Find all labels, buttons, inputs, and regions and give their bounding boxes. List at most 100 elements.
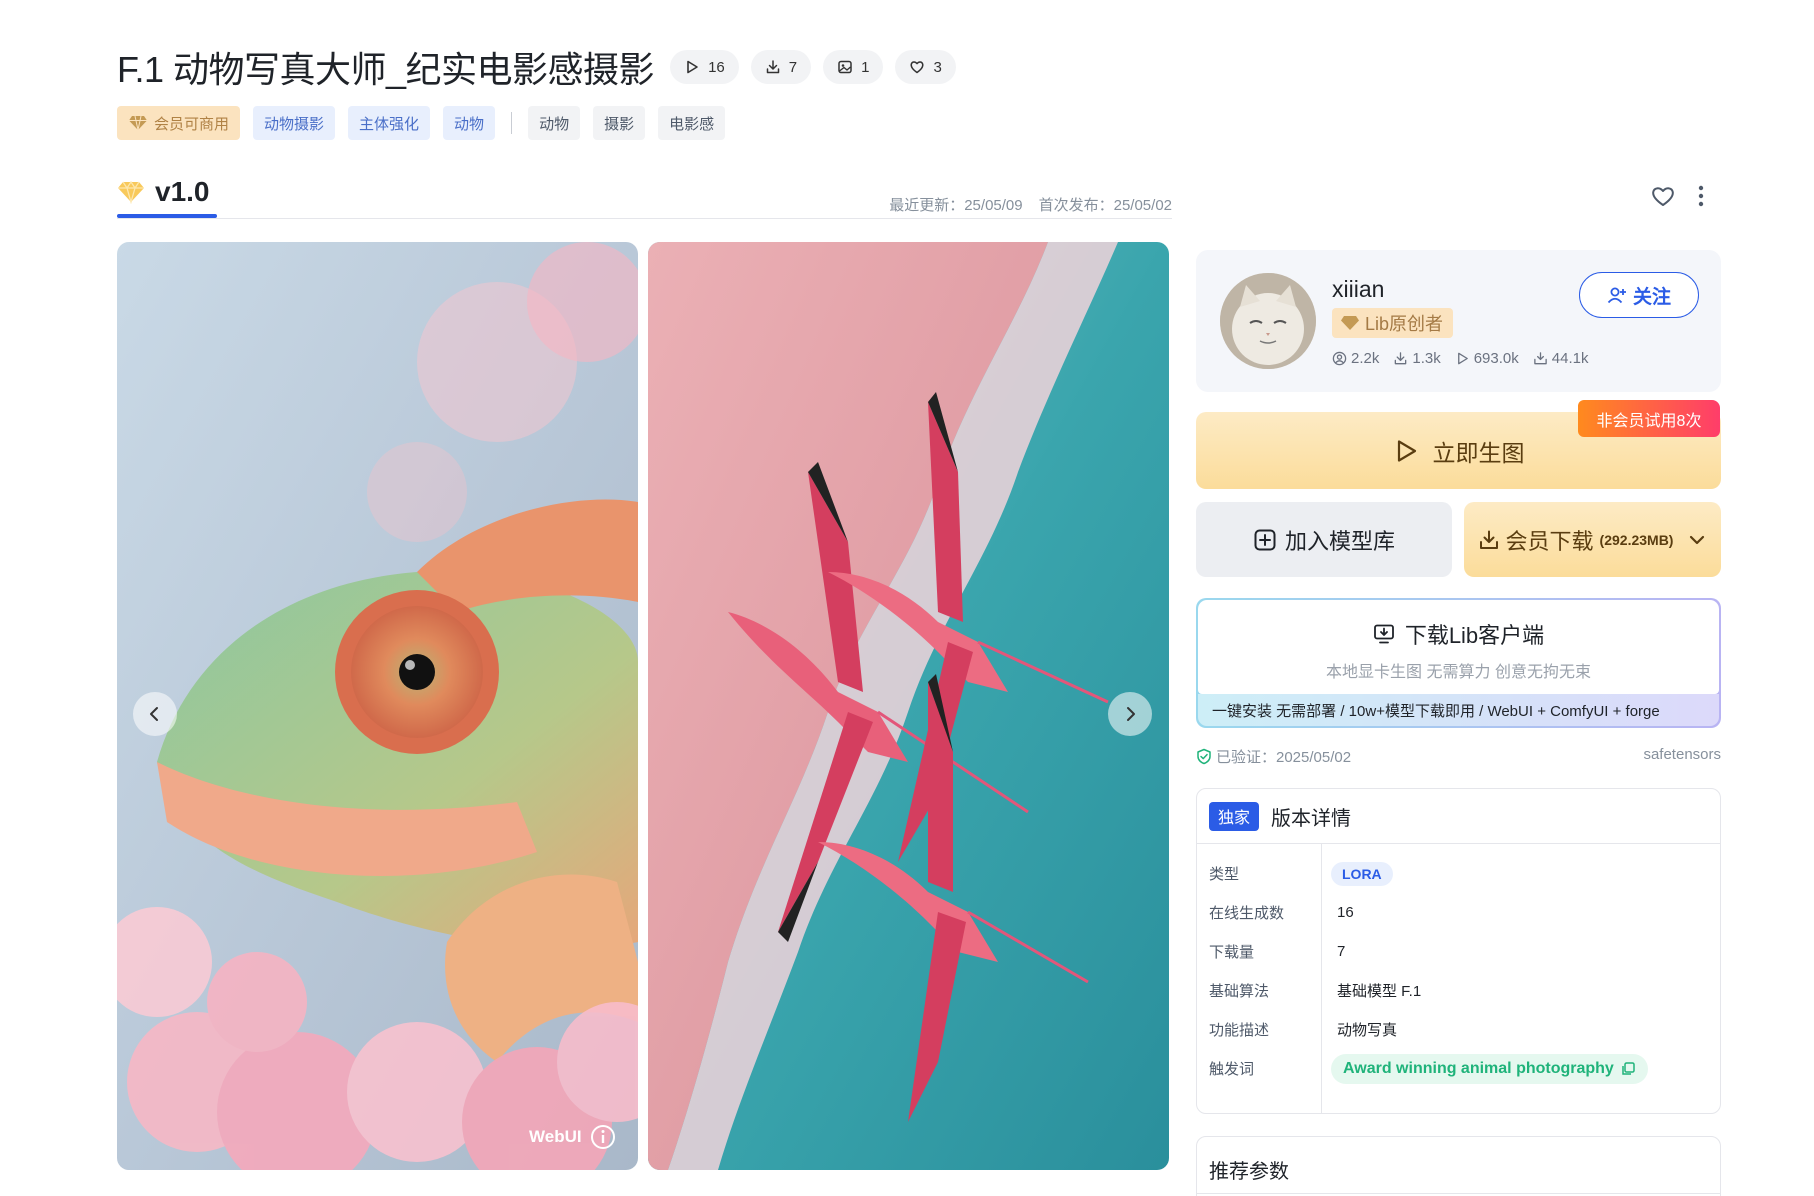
- likes-count: 3: [933, 58, 942, 76]
- trigger-word-text: Award winning animal photography: [1343, 1059, 1614, 1077]
- follow-button[interactable]: 关注: [1579, 272, 1699, 318]
- author-stats: 2.2k 1.3k 693.0k 44.1k: [1332, 350, 1588, 367]
- heart-icon: [910, 61, 924, 74]
- monitor-download-icon: [1373, 624, 1394, 644]
- author-downloads-stat: 1.3k: [1393, 350, 1441, 367]
- verified-label: 已验证：2025/05/02: [1216, 749, 1352, 766]
- followers-count: 2.2k: [1351, 350, 1380, 367]
- lib-client-inner: 下载Lib客户端 本地显卡生图 无需算力 创意无拘无束: [1198, 600, 1719, 694]
- detail-key: 类型: [1209, 866, 1240, 883]
- detail-key: 下载量: [1209, 944, 1255, 961]
- tag-primary-1[interactable]: 主体强化: [348, 106, 431, 140]
- member-download-button[interactable]: 会员下载 (292.23MB): [1464, 502, 1721, 577]
- follow-label: 关注: [1632, 286, 1671, 308]
- user-circle-icon: [1332, 351, 1347, 366]
- download-size: (292.23MB): [1599, 531, 1674, 548]
- add-square-icon: [1254, 529, 1276, 550]
- detail-row-base-model: 基础算法 基础模型 F.1: [1197, 971, 1720, 1010]
- gallery-image-chameleon[interactable]: WebUI: [117, 242, 638, 1170]
- version-dates: 最近更新：25/05/09 首次发布：25/05/02: [889, 194, 1172, 215]
- tag-divider: [511, 112, 513, 134]
- cat-avatar-image: [1220, 273, 1316, 369]
- chevron-down-icon[interactable]: [1687, 533, 1707, 547]
- author-card: xiiian Lib原创者 2.2k 1.3k 693.0k 44.1k 关注: [1196, 250, 1721, 392]
- member-tag-label: 会员可商用: [154, 115, 230, 133]
- download-tray-icon: [1533, 352, 1547, 365]
- trigger-word-pill[interactable]: Award winning animal photography: [1331, 1053, 1648, 1084]
- download-label: 会员下载: [1505, 528, 1594, 554]
- version-details-body: 类型 LORA 在线生成数 16 下载量 7 基础算法 基础模型 F.1 功能描…: [1197, 844, 1720, 1113]
- page-title: F.1 动物写真大师_纪实电影感摄影: [117, 49, 655, 90]
- lib-client-title-row: 下载Lib客户端: [1198, 618, 1719, 650]
- tag-secondary-0[interactable]: 动物: [528, 106, 581, 140]
- tag-row: 会员可商用 动物摄影 主体强化 动物 动物 摄影 电影感: [117, 106, 726, 140]
- webui-badge[interactable]: WebUI: [529, 1124, 616, 1150]
- copy-icon[interactable]: [1620, 1061, 1636, 1077]
- webui-label: WebUI: [529, 1127, 582, 1146]
- published-date: 首次发布：25/05/02: [1038, 197, 1172, 214]
- add-library-label: 加入模型库: [1284, 528, 1395, 554]
- download-icon: [1395, 352, 1407, 365]
- downloads-stat: 7: [750, 50, 812, 84]
- creator-badge: Lib原创者: [1332, 308, 1454, 338]
- detail-row-downloads: 下载量 7: [1197, 932, 1720, 971]
- creator-diamond-icon: [1341, 316, 1359, 330]
- info-icon: [590, 1125, 615, 1149]
- verified-status: 已验证：2025/05/02: [1196, 746, 1351, 767]
- play-icon: [687, 60, 698, 74]
- top-actions: [1650, 184, 1704, 208]
- tag-primary-2[interactable]: 动物: [443, 106, 496, 140]
- gallery-prev-button[interactable]: [133, 692, 177, 736]
- lib-client-card[interactable]: 下载Lib客户端 本地显卡生图 无需算力 创意无拘无束 一键安装 无需部署 / …: [1196, 598, 1721, 728]
- detail-value: Award winning animal photography: [1321, 1053, 1648, 1084]
- lora-type-pill: LORA: [1331, 861, 1393, 886]
- detail-value: 7: [1337, 943, 1346, 960]
- detail-key: 功能描述: [1209, 1022, 1270, 1039]
- tag-secondary-2[interactable]: 电影感: [658, 106, 726, 140]
- chevron-left-icon: [150, 707, 158, 721]
- diamond-icon: [129, 115, 147, 131]
- author-total-downloads-count: 44.1k: [1551, 350, 1589, 367]
- gallery-image-flamingos[interactable]: [648, 242, 1169, 1170]
- lib-client-subtitle: 本地显卡生图 无需算力 创意无拘无束: [1326, 664, 1591, 681]
- version-label: v1.0: [155, 176, 210, 207]
- author-name[interactable]: xiiian: [1332, 276, 1384, 303]
- generate-label: 立即生图: [1432, 439, 1525, 466]
- detail-row-type: 类型 LORA: [1197, 854, 1720, 893]
- verify-row: 已验证：2025/05/02 safetensors: [1196, 746, 1721, 767]
- tag-secondary-1[interactable]: 摄影: [593, 106, 646, 140]
- play-icon: [1457, 352, 1468, 365]
- recommended-params-title: 推荐参数: [1209, 1161, 1289, 1183]
- trial-badge: 非会员试用8次: [1578, 400, 1720, 437]
- detail-row-description: 功能描述 动物写真: [1197, 1010, 1720, 1049]
- runs-count: 16: [708, 58, 725, 76]
- detail-value: LORA: [1321, 861, 1393, 886]
- likes-stat[interactable]: 3: [895, 50, 956, 84]
- download-icon: [1479, 530, 1498, 549]
- exclusive-badge: 独家: [1209, 801, 1260, 831]
- add-to-library-button[interactable]: 加入模型库: [1196, 502, 1452, 577]
- author-total-downloads-stat: 44.1k: [1533, 350, 1589, 367]
- recommended-params-card: 推荐参数: [1196, 1136, 1721, 1196]
- file-format: safetensors: [1643, 746, 1721, 763]
- author-avatar[interactable]: [1220, 273, 1316, 369]
- lib-client-footer: 一键安装 无需部署 / 10w+模型下载即用 / WebUI + ComfyUI…: [1198, 694, 1719, 726]
- version-details-header: 独家 版本详情: [1197, 789, 1720, 844]
- version-divider: [117, 218, 1172, 219]
- version-details-title: 版本详情: [1271, 807, 1352, 830]
- more-options-icon[interactable]: [1698, 185, 1704, 207]
- author-downloads-count: 1.3k: [1412, 350, 1441, 367]
- favorite-heart-icon[interactable]: [1650, 184, 1676, 208]
- runs-stat: 16: [670, 50, 739, 84]
- member-commercial-tag: 会员可商用: [117, 106, 241, 140]
- image-icon: [838, 60, 852, 74]
- images-count: 1: [861, 58, 870, 76]
- version-tab[interactable]: v1.0: [117, 176, 210, 208]
- detail-value: 基础模型 F.1: [1337, 983, 1422, 1000]
- image-gallery: WebUI: [117, 242, 1172, 1170]
- user-add-icon: [1607, 287, 1626, 304]
- play-icon: [1397, 439, 1416, 462]
- author-runs-stat: 693.0k: [1455, 350, 1519, 367]
- gallery-next-button[interactable]: [1108, 692, 1152, 736]
- tag-primary-0[interactable]: 动物摄影: [253, 106, 336, 140]
